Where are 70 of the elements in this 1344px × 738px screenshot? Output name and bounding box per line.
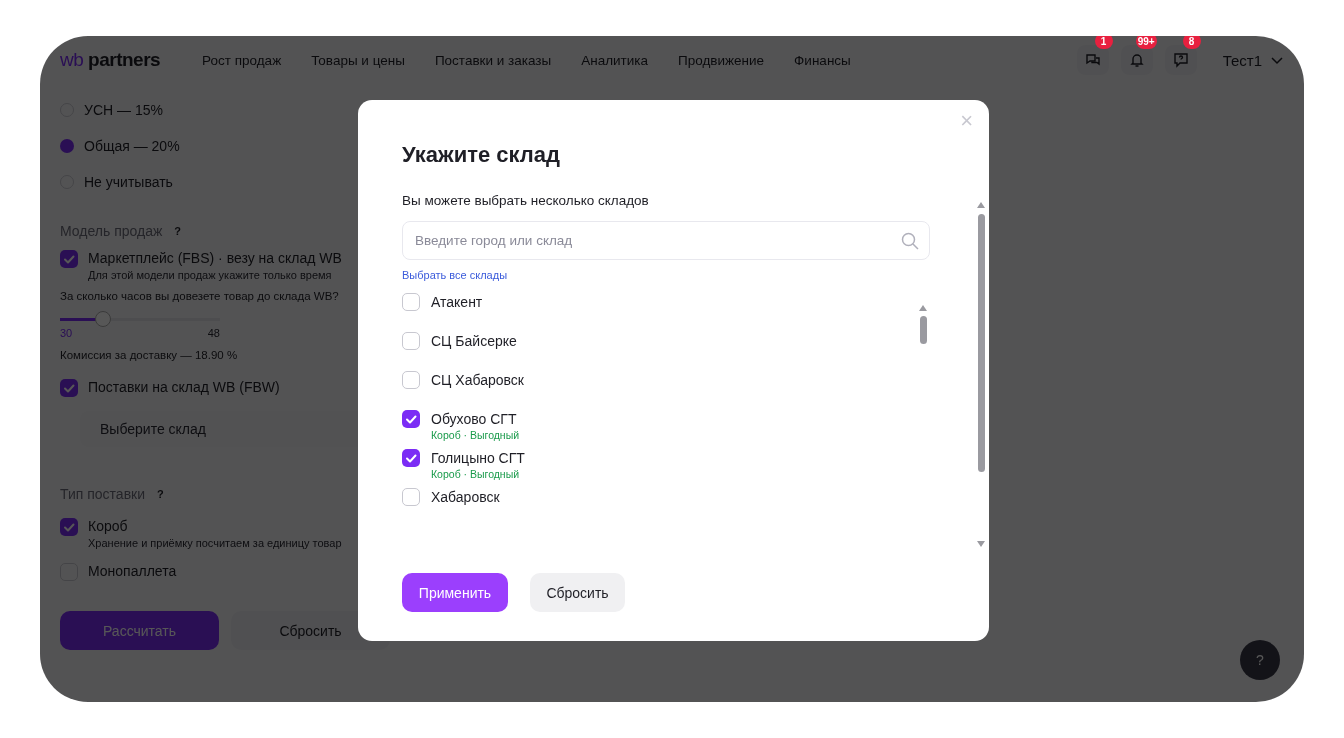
- checkbox[interactable]: [60, 250, 78, 268]
- checkbox[interactable]: [402, 293, 420, 311]
- help-bubble-icon: [1172, 52, 1189, 68]
- help-icon[interactable]: ?: [174, 225, 182, 237]
- radio-label: УСН — 15%: [84, 102, 163, 118]
- modal-title: Укажите склад: [402, 142, 562, 168]
- commission-text: Комиссия за доставку — 18.90 %: [60, 349, 239, 361]
- apply-button[interactable]: Применить: [402, 573, 508, 612]
- warehouse-name: Атакент: [431, 293, 483, 311]
- reset-button[interactable]: Сбросить: [530, 573, 625, 612]
- warehouse-tag: Короб · Выгодный: [431, 428, 520, 442]
- checkbox[interactable]: [402, 488, 420, 506]
- help-button[interactable]: ?: [1240, 640, 1280, 680]
- radio-button[interactable]: [60, 139, 74, 153]
- question-text: За сколько часов вы довезете товар до склада WB?: [60, 290, 340, 302]
- chat-icon: [1084, 52, 1101, 68]
- checkbox[interactable]: [60, 379, 78, 397]
- warehouse-item[interactable]: Обухово СГТ Короб · Выгодный: [402, 403, 930, 442]
- select-all-link[interactable]: Выбрать все склады: [402, 269, 508, 281]
- warehouse-name: Голицыно СГТ: [431, 449, 525, 467]
- warehouse-name: СЦ Хабаровск: [431, 371, 524, 389]
- nav-link[interactable]: Финансы: [794, 52, 851, 68]
- count-badge: 8: [1182, 36, 1201, 49]
- warehouse-item[interactable]: Атакент: [402, 286, 930, 325]
- radio-label: Общая — 20%: [84, 138, 180, 154]
- checkbox[interactable]: [402, 371, 420, 389]
- count-badge: 99+: [1135, 36, 1157, 49]
- help-icon[interactable]: ?: [157, 488, 164, 500]
- scrollbar-thumb[interactable]: [919, 316, 927, 344]
- warehouse-name: СЦ Байсерке: [431, 332, 517, 350]
- user-menu[interactable]: Тест1: [1222, 51, 1284, 69]
- nav-link[interactable]: Товары и цены: [311, 52, 405, 68]
- slider-min-label: 30: [60, 327, 73, 339]
- scroll-up-icon[interactable]: [919, 305, 927, 311]
- checkbox-label: Поставки на склад WB (FBW): [88, 379, 280, 397]
- slider-max-label: 48: [207, 327, 220, 339]
- checkbox-label: Маркетплейс (FBS) · везу на склад WB: [88, 250, 342, 266]
- search-field[interactable]: Введите город или склад: [402, 221, 930, 260]
- scroll-down-icon[interactable]: [977, 541, 985, 547]
- warehouse-item[interactable]: Хабаровск: [402, 481, 930, 520]
- nav-link[interactable]: Рост продаж: [202, 52, 282, 68]
- radio-label: Не учитывать: [84, 174, 173, 190]
- nav-link[interactable]: Аналитика: [581, 52, 649, 68]
- nav-link[interactable]: Продвижение: [678, 52, 765, 68]
- modal-scrollbar[interactable]: [976, 202, 986, 547]
- warehouse-item[interactable]: Голицыно СГТ Короб · Выгодный: [402, 442, 930, 481]
- warehouse-name: Обухово СГТ: [431, 410, 518, 428]
- checkbox-label: Монопаллета: [88, 563, 177, 579]
- warehouse-name: Хабаровск: [431, 488, 500, 506]
- count-badge: 1: [1094, 36, 1113, 49]
- bell-icon: [1128, 52, 1145, 68]
- modal-subtitle: Вы можете выбрать несколько складов: [402, 193, 650, 208]
- hint-text: Для этой модели продаж укажите только время: [88, 269, 333, 281]
- nav-link[interactable]: Поставки и заказы: [434, 52, 552, 68]
- warehouse-item[interactable]: СЦ Байсерке: [402, 325, 930, 364]
- checkbox[interactable]: [402, 332, 420, 350]
- close-button[interactable]: ×: [956, 108, 977, 134]
- calculate-button[interactable]: Рассчитать: [60, 611, 219, 650]
- scrollbar-thumb[interactable]: [977, 214, 985, 472]
- checkbox[interactable]: [60, 518, 78, 536]
- scroll-up-icon[interactable]: [977, 202, 985, 208]
- checkbox-label: Короб: [88, 518, 129, 534]
- warehouse-tag: Короб · Выгодный: [431, 467, 525, 481]
- checkbox[interactable]: [402, 410, 420, 428]
- slider-thumb[interactable]: [95, 311, 112, 327]
- logo[interactable]: wb partners: [60, 49, 161, 71]
- warehouse-item[interactable]: СЦ Хабаровск: [402, 364, 930, 403]
- hint-text: Хранение и приёмку посчитаем за единицу товар: [88, 537, 342, 549]
- search-icon: [900, 231, 920, 251]
- checkbox[interactable]: [402, 449, 420, 467]
